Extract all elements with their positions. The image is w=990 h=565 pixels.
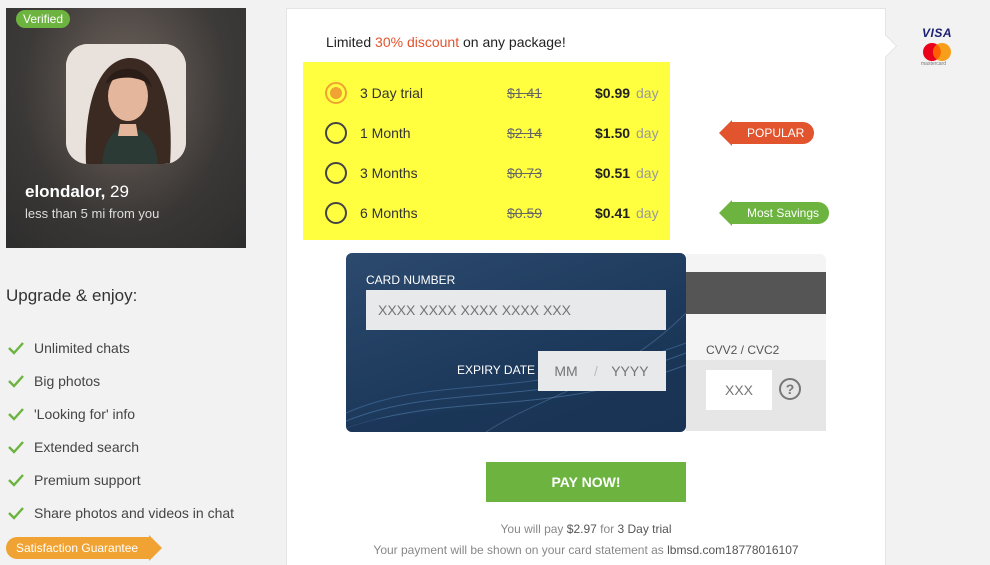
expiry-date-field: /: [538, 351, 666, 391]
cvv-label: CVV2 / CVC2: [706, 343, 780, 357]
visa-logo: VISA: [922, 26, 953, 40]
profile-distance: less than 5 mi from you: [25, 206, 160, 221]
feature-label: Share photos and videos in chat: [34, 504, 235, 521]
discount-banner: Limited 30% discount on any package!: [326, 34, 566, 50]
avatar-photo: [66, 44, 186, 164]
discount-highlight: 30% discount: [375, 34, 460, 50]
feature-label: Big photos: [34, 372, 101, 389]
expiry-month-input[interactable]: [538, 351, 594, 391]
plan-old-price: $0.73: [507, 165, 543, 181]
radio-button-icon[interactable]: [325, 82, 347, 104]
feature-item: Big photos: [8, 364, 234, 397]
plan-price: $0.41: [595, 205, 631, 221]
card-number-input[interactable]: [366, 290, 666, 330]
cvv-input[interactable]: [706, 370, 772, 410]
radio-button-icon[interactable]: [325, 122, 347, 144]
plan-old-price: $1.41: [507, 85, 543, 101]
statement-descriptor: lbmsd.com18778016107: [667, 543, 799, 557]
upgrade-title: Upgrade & enjoy:: [6, 286, 138, 305]
plan-options: 3 Day trial $1.41 $0.99 day 1 Month $2.1…: [303, 62, 670, 240]
check-icon: [8, 407, 24, 421]
expiry-date-label: EXPIRY DATE: [457, 363, 536, 377]
plan-old-price: $0.59: [507, 205, 543, 221]
verified-badge: Verified: [16, 10, 71, 28]
feature-item: Unlimited chats: [8, 331, 234, 364]
plan-name: 6 Months: [360, 205, 418, 221]
plan-option-1-month[interactable]: 1 Month $2.14 $1.50 day: [303, 113, 670, 153]
popular-tag: POPULAR: [718, 120, 815, 146]
discount-prefix: Limited: [326, 34, 376, 50]
profile-card[interactable]: Verified elondalor, 29 less than 5 mi fr…: [6, 8, 246, 248]
satisfaction-guarantee-badge: Satisfaction Guarantee: [6, 535, 163, 561]
avatar[interactable]: [66, 44, 186, 164]
plan-unit: day: [636, 125, 659, 141]
check-icon: [8, 506, 24, 520]
plan-unit: day: [636, 165, 659, 181]
pay-now-button[interactable]: PAY NOW!: [486, 462, 686, 502]
feature-label: Premium support: [34, 471, 141, 488]
feature-item: Extended search: [8, 430, 234, 463]
plan-price: $0.99: [595, 85, 631, 101]
profile-name: elondalor, 29: [25, 182, 129, 202]
feature-list: Unlimited chats Big photos 'Looking for'…: [8, 331, 234, 529]
plan-old-price: $2.14: [507, 125, 543, 141]
card-number-label: CARD NUMBER: [366, 273, 456, 287]
question-circle-icon[interactable]: ?: [779, 378, 801, 400]
plan-name: 3 Months: [360, 165, 418, 181]
check-icon: [8, 440, 24, 454]
expiry-year-input[interactable]: [597, 351, 662, 391]
mastercard-logo-icon: [923, 43, 951, 61]
plan-name: 1 Month: [360, 125, 411, 141]
discount-suffix: on any package!: [459, 34, 566, 50]
plan-unit: day: [636, 85, 659, 101]
check-icon: [8, 374, 24, 388]
feature-item: Premium support: [8, 463, 234, 496]
plan-option-3-day-trial[interactable]: 3 Day trial $1.41 $0.99 day: [303, 73, 670, 113]
feature-item: Share photos and videos in chat: [8, 496, 234, 529]
plan-price: $1.50: [595, 125, 631, 141]
summary-prefix: You will pay: [500, 522, 567, 536]
feature-label: Extended search: [34, 438, 140, 455]
summary-mid: for: [596, 522, 618, 536]
plan-unit: day: [636, 205, 659, 221]
summary-amount: $2.97: [566, 522, 597, 536]
statement-note: Your payment will be shown on your card …: [286, 543, 886, 557]
magnetic-stripe: [686, 272, 826, 314]
profile-username: elondalor,: [25, 182, 106, 201]
mastercard-wordmark: mastercard: [921, 61, 947, 67]
feature-label: 'Looking for' info: [34, 405, 136, 422]
radio-button-icon[interactable]: [325, 162, 347, 184]
feature-item: 'Looking for' info: [8, 397, 234, 430]
radio-button-icon[interactable]: [325, 202, 347, 224]
summary-plan: 3 Day trial: [617, 522, 672, 536]
profile-age: 29: [110, 182, 129, 201]
feature-label: Unlimited chats: [34, 339, 130, 356]
check-icon: [8, 473, 24, 487]
statement-prefix: Your payment will be shown on your card …: [373, 543, 668, 557]
plan-option-3-months[interactable]: 3 Months $0.73 $0.51 day: [303, 153, 670, 193]
plan-price: $0.51: [595, 165, 631, 181]
most-savings-tag: Most Savings: [718, 200, 830, 226]
payment-summary: You will pay $2.97 for 3 Day trial: [286, 522, 886, 536]
plan-option-6-months[interactable]: 6 Months $0.59 $0.41 day: [303, 193, 670, 233]
check-icon: [8, 341, 24, 355]
plan-name: 3 Day trial: [360, 85, 424, 101]
